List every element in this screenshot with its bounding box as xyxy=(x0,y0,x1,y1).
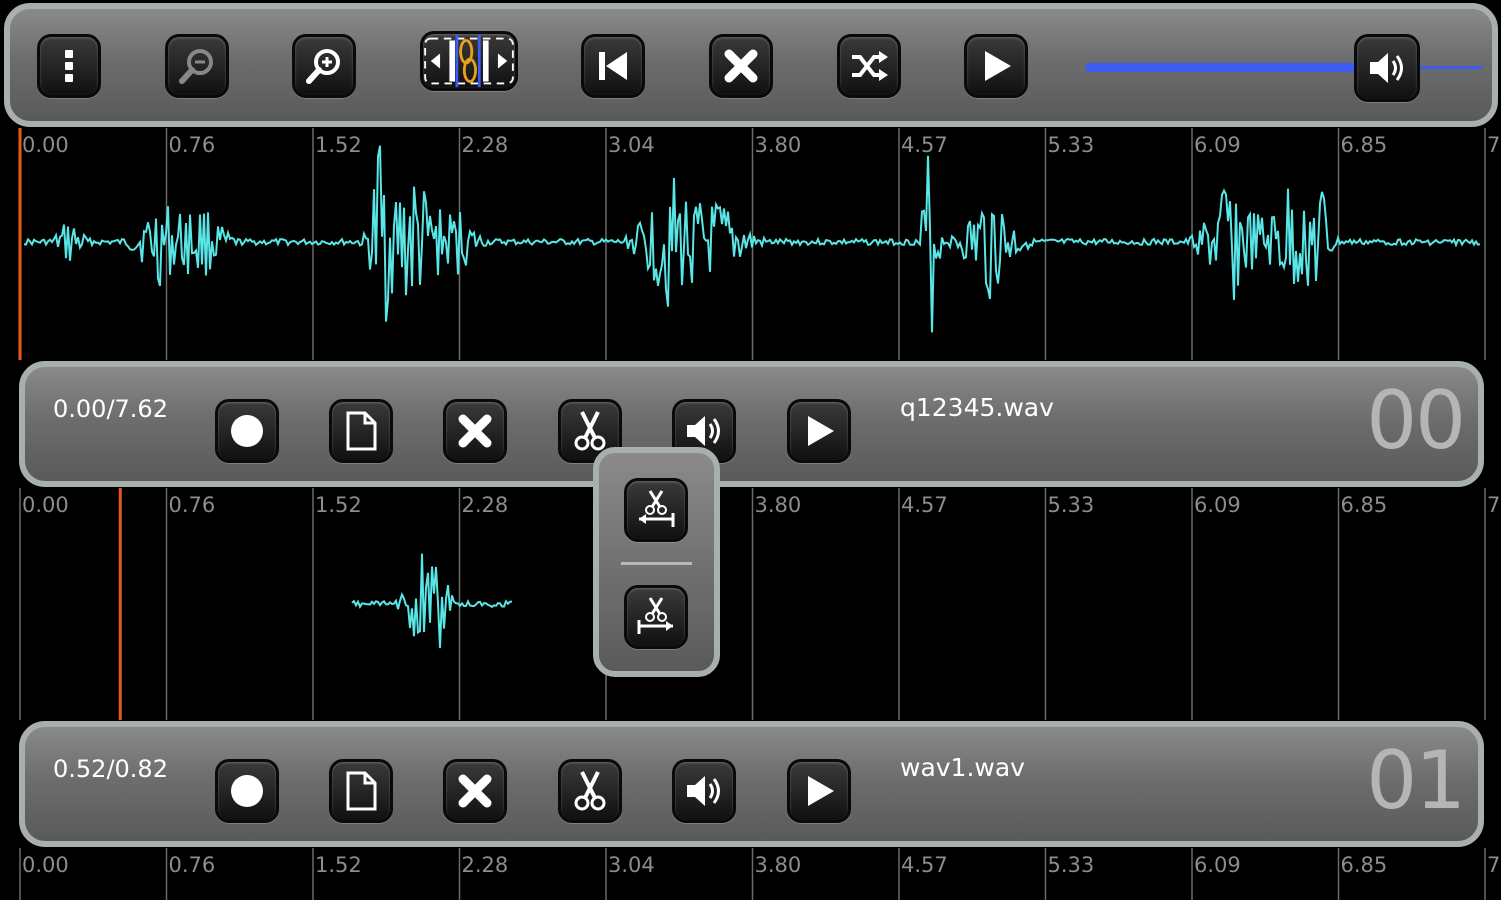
track-number: 01 xyxy=(1366,734,1466,827)
cut-button[interactable] xyxy=(558,759,622,823)
close-icon xyxy=(458,774,492,808)
shuffle-button[interactable] xyxy=(837,34,901,98)
zoom-out-icon xyxy=(179,49,213,84)
main-toolbar xyxy=(4,3,1498,127)
tick-label: 7. xyxy=(1487,133,1501,157)
tick-label: 3.04 xyxy=(608,853,655,877)
tick-label: 0.00 xyxy=(22,133,69,157)
play-track-button[interactable] xyxy=(787,759,851,823)
tick-label: 2.28 xyxy=(462,853,509,877)
track-time: 0.52/0.82 xyxy=(53,755,168,783)
volume-slider[interactable] xyxy=(1086,34,1482,102)
tick-label: 5.33 xyxy=(1048,493,1095,517)
zoom-in-icon xyxy=(306,49,340,84)
track-filename: q12345.wav xyxy=(900,393,1054,422)
trim-start-button[interactable] xyxy=(624,478,688,542)
scissors-icon xyxy=(574,411,606,451)
delete-track-button[interactable] xyxy=(443,399,507,463)
volume-thumb[interactable] xyxy=(1353,34,1420,102)
tick-label: 2.28 xyxy=(462,133,509,157)
tick-label: 6.85 xyxy=(1341,493,1388,517)
volume-button[interactable] xyxy=(672,759,736,823)
popup-divider xyxy=(621,562,692,565)
tick-label: 3.80 xyxy=(755,853,802,877)
tick-label: 0.00 xyxy=(22,853,69,877)
tick-label: 7. xyxy=(1487,493,1501,517)
tick-label: 6.85 xyxy=(1341,133,1388,157)
link-tracks-button[interactable] xyxy=(420,31,518,91)
tick-label: 1.52 xyxy=(315,133,362,157)
play-track-button[interactable] xyxy=(787,399,851,463)
menu-dots-icon xyxy=(65,50,73,82)
trim-end-button[interactable] xyxy=(624,585,688,649)
speaker-icon xyxy=(687,776,720,806)
delete-button[interactable] xyxy=(709,34,773,98)
tick-label: 5.33 xyxy=(1048,133,1095,157)
close-icon xyxy=(724,49,758,83)
record-icon xyxy=(231,415,263,447)
tick-label: 7. xyxy=(1487,853,1501,877)
record-button[interactable] xyxy=(215,399,279,463)
trim-right-icon xyxy=(637,597,673,634)
tick-label: 4.57 xyxy=(901,853,948,877)
document-icon xyxy=(346,771,377,811)
record-icon xyxy=(231,775,263,807)
trim-left-icon xyxy=(639,490,675,527)
play-icon xyxy=(808,776,834,806)
skip-to-start-button[interactable] xyxy=(581,34,645,98)
tick-label: 3.80 xyxy=(755,133,802,157)
tick-label: 0.76 xyxy=(169,493,216,517)
tick-label: 0.00 xyxy=(22,493,69,517)
tick-label: 6.09 xyxy=(1194,853,1241,877)
cut-options-popup xyxy=(593,447,720,677)
delete-track-button[interactable] xyxy=(443,759,507,823)
tick-label: 3.04 xyxy=(608,133,655,157)
new-file-button[interactable] xyxy=(329,759,393,823)
zoom-out-button[interactable] xyxy=(165,34,229,98)
tick-label: 1.52 xyxy=(315,493,362,517)
tick-label: 6.09 xyxy=(1194,133,1241,157)
new-file-button[interactable] xyxy=(329,399,393,463)
zoom-in-button[interactable] xyxy=(292,34,356,98)
track-bar-00: 0.00/7.62 q12345.wav 00 xyxy=(19,361,1484,487)
tick-label: 4.57 xyxy=(901,133,948,157)
play-all-button[interactable] xyxy=(964,34,1028,98)
waveform-track-01[interactable]: 0.000.761.522.283.043.804.575.336.096.85… xyxy=(0,488,1501,720)
skip-back-icon xyxy=(599,52,627,80)
waveform-canvas-00: 0.00 0.76 1.52 2.28 3.04 3.80 4.57 5.33 6.09 6.85… xyxy=(18,128,1501,360)
volume-fill xyxy=(1086,63,1387,72)
scissors-icon xyxy=(574,771,606,811)
track-time: 0.00/7.62 xyxy=(53,395,168,423)
tick-label: 3.80 xyxy=(755,493,802,517)
link-icon xyxy=(424,34,514,88)
record-button[interactable] xyxy=(215,759,279,823)
tick-label: 0.76 xyxy=(169,853,216,877)
timeline-ruler-bottom: 0.00 0.76 1.52 2.28 3.04 3.80 4.57 5.33 6.09 6.85… xyxy=(0,848,1501,900)
tick-label: 4.57 xyxy=(901,493,948,517)
menu-button[interactable] xyxy=(37,34,101,98)
track-number: 00 xyxy=(1366,374,1466,467)
close-icon xyxy=(458,414,492,448)
waveform-path xyxy=(351,553,513,649)
speaker-icon xyxy=(1369,53,1403,83)
waveform-canvas-01: 0.000.761.522.283.043.804.575.336.096.85… xyxy=(19,488,1501,720)
play-icon xyxy=(808,416,834,446)
track-filename: wav1.wav xyxy=(900,753,1025,782)
document-icon xyxy=(346,411,377,451)
tick-label: 6.85 xyxy=(1341,853,1388,877)
timeline-ruler-canvas: 0.00 0.76 1.52 2.28 3.04 3.80 4.57 5.33 6.09 6.85… xyxy=(19,848,1501,900)
track-bar-01: 0.52/0.82 wav1.wav 01 xyxy=(19,721,1484,847)
shuffle-icon xyxy=(852,51,888,81)
waveform-track-00[interactable]: 0.00 0.76 1.52 2.28 3.04 3.80 4.57 5.33 6.09 6.85… xyxy=(0,128,1501,360)
tick-label: 2.28 xyxy=(462,493,509,517)
play-icon xyxy=(985,51,1011,81)
tick-label: 1.52 xyxy=(315,853,362,877)
tick-label: 0.76 xyxy=(169,133,216,157)
tick-label: 6.09 xyxy=(1194,493,1241,517)
tick-label: 5.33 xyxy=(1048,853,1095,877)
